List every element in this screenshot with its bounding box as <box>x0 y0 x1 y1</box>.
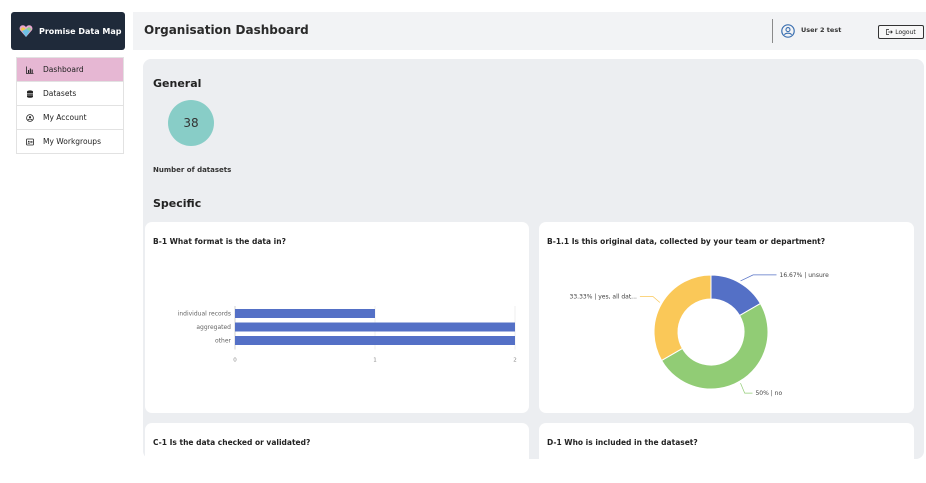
chart-card-original-data: B-1.1 Is this original data, collected b… <box>539 222 914 413</box>
brand-header[interactable]: Promise Data Map <box>11 12 125 50</box>
label-leader-line <box>740 382 753 394</box>
slice-label: 33.33% | yes, all dat... <box>570 293 637 300</box>
user-name[interactable]: User 2 test <box>801 26 841 34</box>
donut-chart: 16.67% | unsure 50% | no 33.33% | yes, all… <box>570 272 830 397</box>
chart-card-validation: C-1 Is the data checked or validated? <box>145 423 529 483</box>
sidebar-item-label: Datasets <box>43 89 77 98</box>
category-label: individual records <box>178 311 231 318</box>
category-label: other <box>215 338 232 345</box>
x-tick-label: 2 <box>513 358 517 364</box>
slice-label: 16.67% | unsure <box>780 272 830 279</box>
sidebar-item-my-account[interactable]: My Account <box>16 106 124 130</box>
dataset-count-label: Number of datasets <box>153 166 232 174</box>
label-leader-line <box>639 296 661 303</box>
specific-heading: Specific <box>153 197 202 210</box>
chart-card-included: D-1 Who is included in the dataset? <box>539 423 914 483</box>
dataset-count: 38 <box>183 116 199 130</box>
account-icon <box>26 113 34 122</box>
brand-name: Promise Data Map <box>39 26 122 36</box>
workgroups-icon <box>26 138 34 146</box>
sidebar-item-dashboard[interactable]: Dashboard <box>16 57 124 82</box>
donut-slice <box>653 274 712 362</box>
sidebar-item-label: Dashboard <box>43 65 84 74</box>
bar <box>235 309 375 318</box>
header-divider <box>772 19 773 43</box>
chart-title: C-1 Is the data checked or validated? <box>153 438 311 447</box>
database-icon <box>26 89 34 98</box>
user-avatar-icon[interactable] <box>781 24 795 38</box>
slice-label: 50% | no <box>755 390 782 397</box>
general-heading: General <box>153 77 202 90</box>
bar-chart: 0 1 2 individual records aggregated other <box>178 306 517 364</box>
dataset-count-badge: 38 <box>168 100 214 146</box>
heart-logo-icon <box>19 25 33 37</box>
bar <box>235 336 515 345</box>
label-leader-line <box>740 274 777 282</box>
sidebar-item-label: My Workgroups <box>43 137 101 146</box>
logout-button[interactable]: Logout <box>878 25 924 39</box>
sidebar: Dashboard Datasets My Account My Workgro… <box>16 57 124 154</box>
page-title: Organisation Dashboard <box>144 23 309 37</box>
top-header: Organisation Dashboard User 2 test Logou… <box>133 12 926 50</box>
chart-card-format: B-1 What format is the data in? 0 1 2 indiv… <box>145 222 529 413</box>
category-label: aggregated <box>196 324 231 331</box>
x-tick-label: 1 <box>373 358 377 364</box>
sidebar-item-datasets[interactable]: Datasets <box>16 82 124 106</box>
logout-label: Logout <box>895 28 916 36</box>
logout-icon <box>886 29 894 35</box>
bar <box>235 322 515 332</box>
x-tick-label: 0 <box>233 358 237 364</box>
sidebar-item-label: My Account <box>43 113 87 122</box>
sidebar-item-my-workgroups[interactable]: My Workgroups <box>16 130 124 154</box>
chart-title: D-1 Who is included in the dataset? <box>547 438 698 447</box>
dashboard-panel: General 38 Number of datasets Specific B… <box>143 59 924 483</box>
bar-chart-icon <box>26 66 34 74</box>
